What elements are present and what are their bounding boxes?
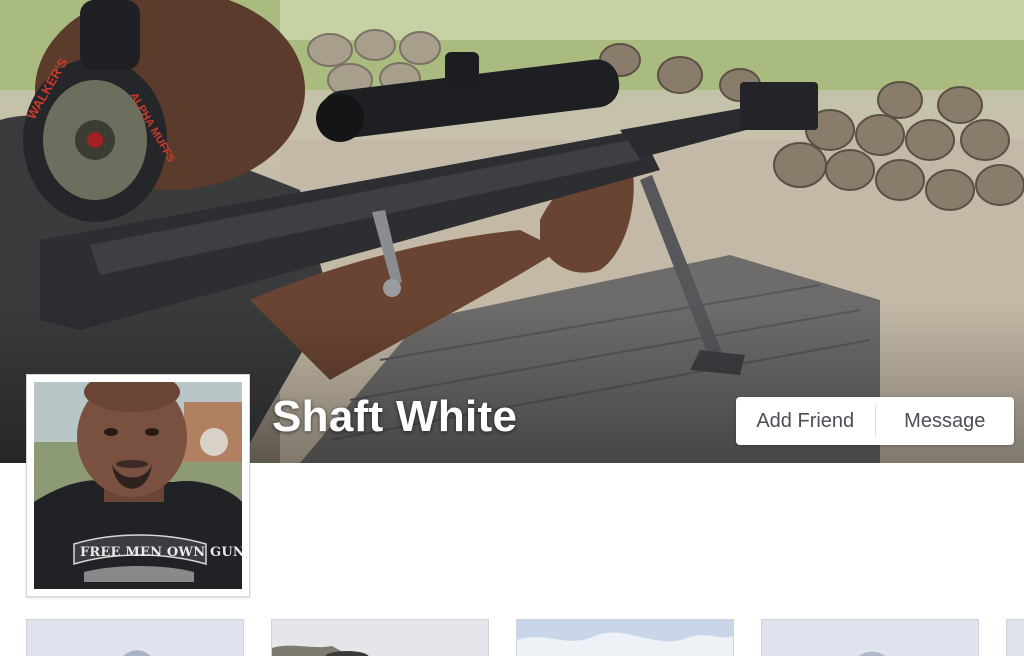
thumbnail-4-image (762, 620, 978, 656)
photo-thumbnail-5[interactable] (1006, 619, 1024, 656)
profile-actions: Add Friend Message (736, 397, 1014, 445)
photo-thumbnail-3[interactable] (516, 619, 734, 656)
add-friend-button[interactable]: Add Friend (736, 397, 875, 445)
message-button[interactable]: Message (876, 397, 1015, 445)
profile-picture-frame[interactable]: FREE MEN OWN GUNS (26, 374, 250, 597)
photo-thumbnail-4[interactable] (761, 619, 979, 656)
profile-name[interactable]: Shaft White (272, 392, 517, 442)
thumbnail-1-image (27, 620, 243, 656)
thumbnail-3-image (517, 620, 733, 656)
photo-thumbnail-2[interactable] (271, 619, 489, 656)
thumbnail-2-image (272, 620, 488, 656)
profile-picture[interactable]: FREE MEN OWN GUNS (34, 382, 242, 589)
thumbnail-5-image (1007, 620, 1024, 656)
shirt-slogan: FREE MEN OWN GUNS (80, 545, 242, 560)
photo-thumbnail-1[interactable] (26, 619, 244, 656)
